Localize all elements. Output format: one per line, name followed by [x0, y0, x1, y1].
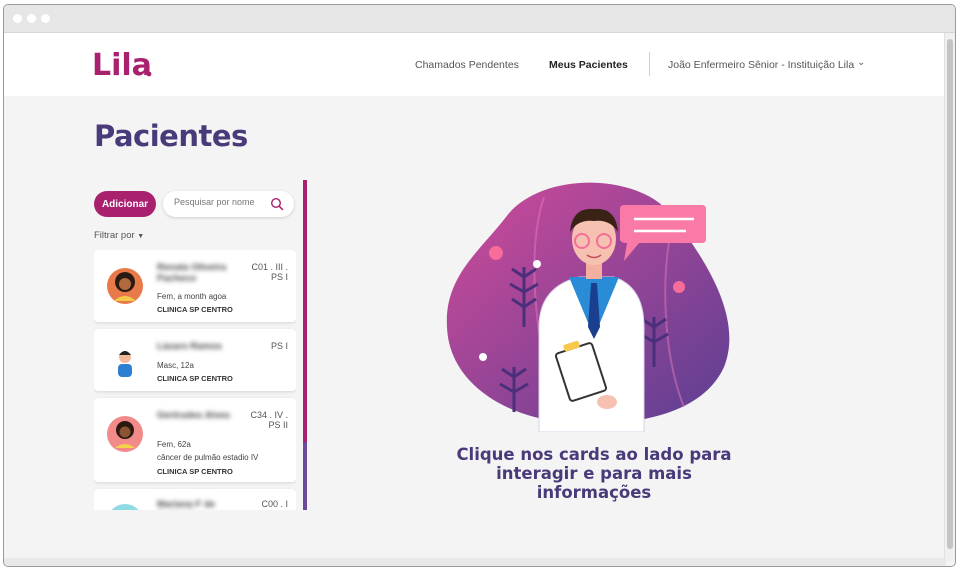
- patient-avatar: [107, 268, 143, 304]
- bottom-bar: [4, 558, 946, 566]
- scrollbar-thumb[interactable]: [947, 39, 953, 549]
- patient-avatar: [107, 416, 143, 452]
- patient-clinic: CLINICA SP CENTRO: [157, 467, 233, 476]
- patient-info: Fem, 62a: [157, 440, 191, 449]
- patient-avatar: [111, 504, 139, 510]
- patient-clinic: CLINICA SP CENTRO: [157, 374, 233, 383]
- patient-list: Renata Oliveira Pacheco C01 . III . PS I…: [94, 250, 296, 510]
- patient-card[interactable]: Renata Oliveira Pacheco C01 . III . PS I…: [94, 250, 296, 322]
- patient-name: Mariana F de Andrade: [157, 499, 216, 510]
- list-scroll-indicator: [303, 180, 307, 510]
- window-dot-icon[interactable]: [27, 14, 36, 23]
- window-dot-icon[interactable]: [13, 14, 22, 23]
- add-patient-button[interactable]: Adicionar: [94, 191, 156, 217]
- nav-divider: [649, 52, 650, 76]
- user-menu[interactable]: João Enfermeiro Sênior - Instituição Lil…: [668, 59, 854, 71]
- chevron-down-icon[interactable]: ⌄: [857, 57, 865, 68]
- window-dot-icon[interactable]: [41, 14, 50, 23]
- patient-card[interactable]: Mariana F de Andrade C00 . I: [94, 489, 296, 510]
- patient-name: Renata Oliveira Pacheco: [157, 262, 227, 284]
- empty-state-message: Clique nos cards ao lado para interagir …: [456, 445, 732, 502]
- browser-window: Lila Chamados Pendentes Meus Pacientes J…: [3, 4, 956, 567]
- page-title: Pacientes: [94, 119, 248, 153]
- patient-code: C34 . IV . PS II: [250, 410, 288, 430]
- patient-info: Fem, a month agoa: [157, 292, 227, 301]
- patient-card[interactable]: Gertrudes Alves C34 . IV . PS II Fem, 62…: [94, 398, 296, 482]
- patient-code: C01 . III . PS I: [251, 262, 288, 282]
- top-header: Lila Chamados Pendentes Meus Pacientes J…: [4, 33, 946, 96]
- patient-info: Masc, 12a: [157, 361, 194, 370]
- filter-label: Filtrar por: [94, 230, 135, 241]
- patient-clinic: CLINICA SP CENTRO: [157, 305, 233, 314]
- patient-name: Gertrudes Alves: [157, 410, 231, 421]
- filter-dropdown[interactable]: Filtrar por ▼: [94, 230, 144, 241]
- patient-code: C00 . I: [261, 499, 288, 509]
- search-box[interactable]: [163, 191, 294, 217]
- patient-avatar: [118, 351, 132, 377]
- svg-text:Lila: Lila: [92, 48, 152, 83]
- search-input[interactable]: [174, 197, 266, 207]
- lila-logo[interactable]: Lila: [92, 45, 154, 83]
- window-titlebar: [4, 5, 955, 33]
- patient-card[interactable]: Lázaro Ramos PS I Masc, 12a CLINICA SP C…: [94, 329, 296, 391]
- search-icon[interactable]: [270, 197, 284, 211]
- doctor-illustration: [446, 182, 730, 432]
- nav-my-patients[interactable]: Meus Pacientes: [549, 59, 628, 71]
- page-scrollbar[interactable]: [944, 33, 955, 562]
- caret-down-icon: ▼: [137, 233, 145, 240]
- patient-name: Lázaro Ramos: [157, 341, 222, 352]
- list-scroll-indicator-lower: [303, 442, 307, 510]
- nav-pending-calls[interactable]: Chamados Pendentes: [415, 59, 519, 71]
- patient-diagnosis: câncer de pulmão estadio IV: [157, 453, 259, 462]
- patient-code: PS I: [270, 341, 288, 351]
